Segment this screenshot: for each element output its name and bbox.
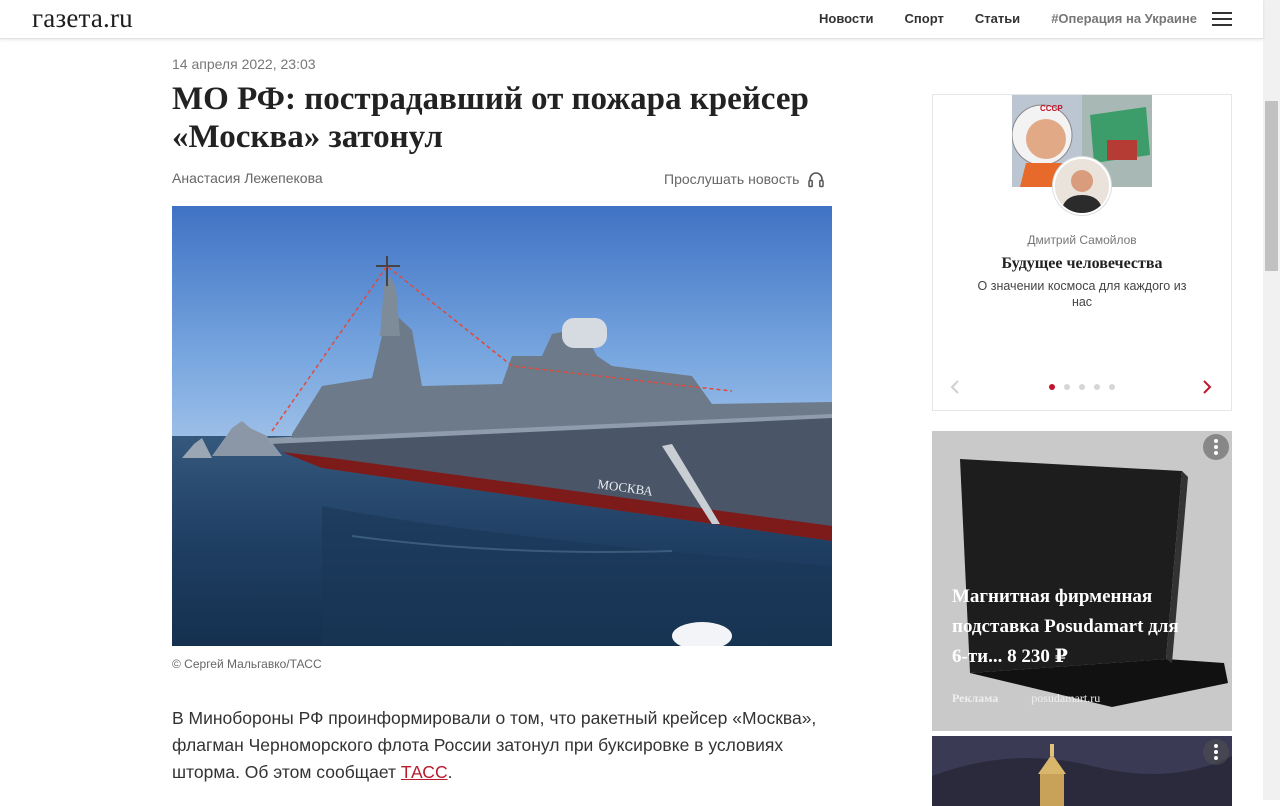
scrollbar-thumb[interactable] (1265, 101, 1278, 271)
page-scrollbar[interactable] (1263, 0, 1280, 800)
ad-banner-secondary[interactable] (932, 736, 1232, 806)
ad-domain[interactable]: posudamart.ru (1031, 691, 1100, 705)
site-header: газета.ru Новости Спорт Статьи #Операция… (0, 0, 1263, 39)
carousel-title[interactable]: Будущее человечества (933, 255, 1231, 273)
article-photo[interactable]: МОСКВА (172, 206, 832, 646)
headphones-icon (808, 172, 825, 188)
site-logo[interactable]: газета.ru (32, 3, 133, 33)
body-text-before-link: В Минобороны РФ проинформировали о том, … (172, 708, 817, 782)
article-title: МО РФ: пострадавший от пожара крейсер «М… (172, 81, 809, 155)
nav-item-sport[interactable]: Спорт (905, 11, 944, 26)
ad-headline[interactable]: Магнитная фирменная подставка Posudamart… (952, 582, 1182, 672)
opinion-carousel: СССР Дмитрий Самойлов Будущее человечест… (932, 94, 1232, 411)
chevron-right-icon[interactable] (1201, 379, 1213, 395)
ad-label: Реклама (952, 691, 999, 705)
listen-news-button[interactable]: Прослушать новость (664, 170, 825, 188)
carousel-dots (1049, 384, 1124, 390)
carousel-author[interactable]: Дмитрий Самойлов (933, 233, 1231, 247)
article-body: В Минобороны РФ проинформировали о том, … (172, 705, 832, 786)
carousel-dot[interactable] (1094, 384, 1100, 390)
article-author[interactable]: Анастасия Лежепекова (172, 170, 323, 186)
nav-item-news[interactable]: Новости (819, 11, 874, 26)
avatar[interactable] (1053, 157, 1111, 215)
chevron-left-icon[interactable] (949, 379, 961, 395)
listen-label: Прослушать новость (664, 171, 800, 187)
body-text-after-link: . (447, 762, 453, 782)
carousel-dot[interactable] (1079, 384, 1085, 390)
main-nav: Новости Спорт Статьи #Операция на Украин… (819, 11, 1228, 26)
nav-item-ukraine-operation[interactable]: #Операция на Украине (1051, 11, 1197, 26)
article-date: 14 апреля 2022, 23:03 (172, 56, 316, 72)
ad-footer: Реклама posudamart.ru (952, 691, 1100, 706)
ad-banner[interactable]: Магнитная фирменная подставка Posudamart… (932, 431, 1232, 731)
ad-options-icon[interactable] (1203, 434, 1229, 460)
nav-item-articles[interactable]: Статьи (975, 11, 1020, 26)
carousel-subtitle: О значении космоса для каждого из нас (977, 279, 1187, 309)
ad2-options-icon[interactable] (1203, 739, 1229, 765)
carousel-dot[interactable] (1064, 384, 1070, 390)
helmet-text: СССР (1040, 104, 1063, 113)
carousel-dot[interactable] (1049, 384, 1055, 390)
hamburger-icon[interactable] (1212, 12, 1232, 26)
photo-caption: © Сергей Мальгавко/ТАСС (172, 657, 322, 671)
source-link[interactable]: ТАСС (401, 762, 448, 782)
carousel-dot[interactable] (1109, 384, 1115, 390)
